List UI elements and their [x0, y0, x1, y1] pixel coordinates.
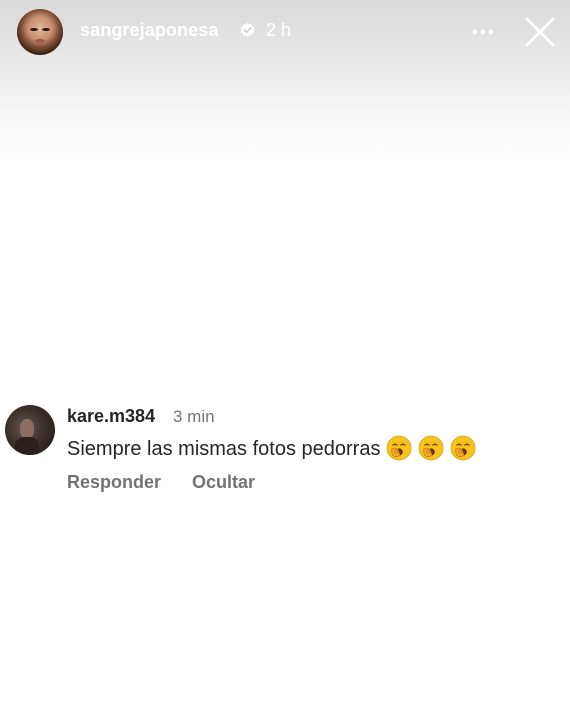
- story-username[interactable]: sangrejaponesa: [80, 20, 218, 41]
- comment-text: Siempre las mismas fotos pedorras: [67, 438, 381, 460]
- yawning-face-icon: [387, 435, 412, 461]
- story-time: 2 h: [266, 20, 292, 40]
- commenter-avatar[interactable]: [5, 405, 55, 455]
- yawning-face-icon: [451, 435, 476, 461]
- more-options-icon[interactable]: [468, 22, 498, 42]
- comment-time: 3 min: [173, 407, 215, 426]
- avatar-lips: [35, 39, 45, 43]
- avatar-eye: [42, 28, 50, 31]
- verified-badge-icon: [240, 22, 255, 37]
- avatar-face: [20, 419, 34, 439]
- reply-button[interactable]: Responder: [67, 472, 161, 493]
- comment-body: Siempre las mismas fotos pedorras: [67, 435, 476, 461]
- comment-card: kare.m384 3 min Siempre las mismas fotos…: [0, 400, 570, 500]
- close-icon[interactable]: [522, 14, 558, 50]
- story-header: sangrejaponesa 2 h: [0, 0, 570, 64]
- story-screen: sangrejaponesa 2 h kare.m384 3 min Siemp…: [0, 0, 570, 720]
- story-avatar[interactable]: [17, 9, 63, 55]
- yawning-face-icon: [419, 435, 444, 461]
- commenter-username[interactable]: kare.m384: [67, 406, 155, 427]
- hide-button[interactable]: Ocultar: [192, 472, 255, 493]
- avatar-eye: [30, 28, 38, 31]
- avatar-body: [15, 437, 39, 455]
